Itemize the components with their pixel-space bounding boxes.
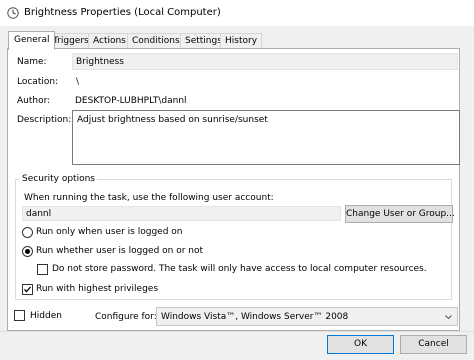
location-label: Location: [17,77,59,87]
user-account-field: dannl [22,206,341,221]
name-field[interactable]: Brightness [72,53,458,70]
hidden-checkbox[interactable] [14,310,25,321]
author-value: DESKTOP-LUBHPLT\dannl [75,96,187,106]
highest-privileges-label: Run with highest privileges [36,284,159,294]
location-field[interactable]: \ [72,73,458,90]
ok-button[interactable]: OK [327,335,394,354]
window-title: Brightness Properties (Local Computer) [24,7,221,18]
checkmark-icon [24,286,31,293]
task-scheduler-icon [7,7,19,19]
run-only-logged-on-label: Run only when user is logged on [36,227,183,237]
tab-actions[interactable]: Actions [88,33,131,49]
run-whether-logged-on-label: Run whether user is logged on or not [36,246,204,256]
hidden-label: Hidden [30,311,62,321]
title-bar: Brightness Properties (Local Computer) [0,0,474,26]
account-prompt: When running the task, use the following… [24,193,274,203]
highest-privileges-checkbox[interactable] [22,284,33,295]
description-textbox[interactable]: Adjust brightness based on sunrise/sunse… [72,110,460,165]
footer-divider [0,331,474,332]
tab-general[interactable]: General [8,31,56,50]
name-label: Name: [17,57,47,67]
do-not-store-password-checkbox[interactable] [37,264,48,275]
security-options-title: Security options [20,173,97,185]
configure-for-label: Configure for: [95,312,157,322]
author-label: Author: [17,96,51,106]
configure-for-dropdown[interactable]: Windows Vista™, Windows Server™ 2008 [156,307,458,326]
tab-conditions[interactable]: Conditions [127,33,185,49]
change-user-button[interactable]: Change User or Group... [345,205,455,223]
run-only-logged-on-radio[interactable] [22,227,33,238]
cancel-button[interactable]: Cancel [400,335,467,354]
description-label: Description: [17,115,72,125]
configure-for-value: Windows Vista™, Windows Server™ 2008 [161,312,349,322]
run-whether-logged-on-radio[interactable] [22,246,33,257]
do-not-store-password-label: Do not store password. The task will onl… [52,264,427,274]
chevron-down-icon [445,315,452,319]
tab-history[interactable]: History [220,33,263,49]
